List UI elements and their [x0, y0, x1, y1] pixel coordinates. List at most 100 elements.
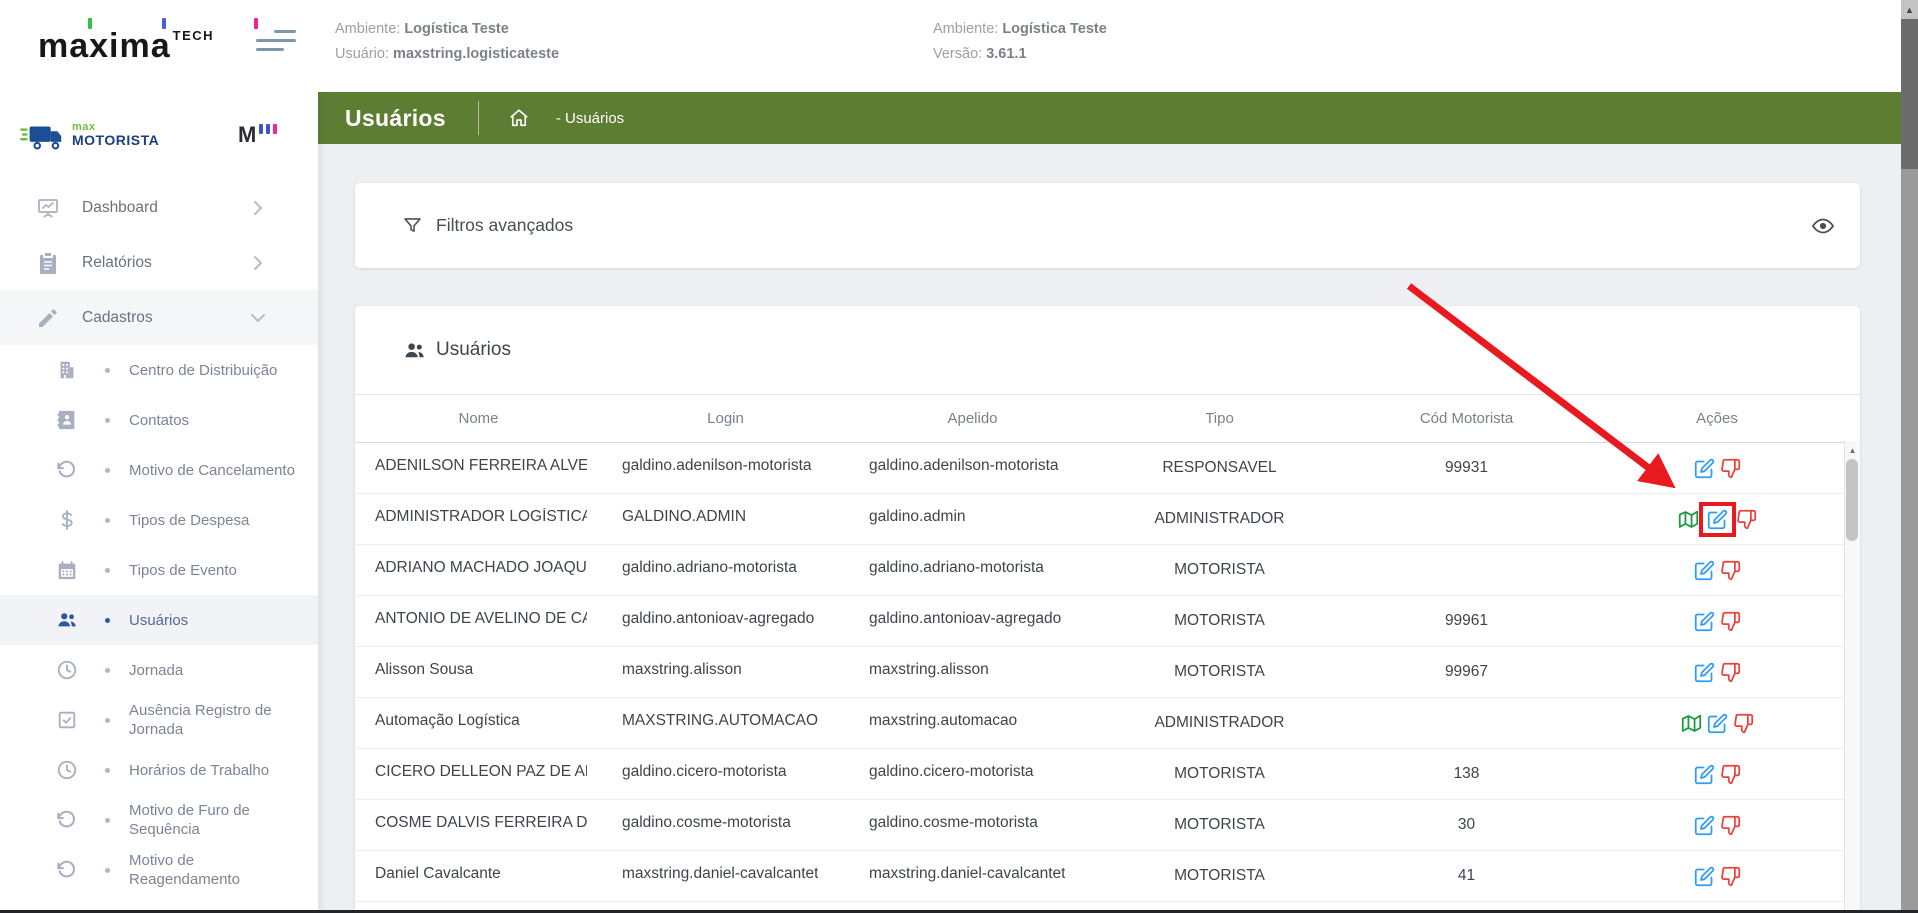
environment-info: Ambiente: Logística Teste Usuário: maxst… [335, 17, 559, 67]
sidebar-item-horarios-de-trabalho[interactable]: Horários de Trabalho [0, 745, 318, 795]
sidebar-item-dashboard[interactable]: Dashboard [0, 180, 318, 235]
table-row: ADMINISTRADOR LOGÍSTICAGALDINO.ADMINgald… [355, 494, 1860, 545]
edit-user-button[interactable] [1707, 713, 1728, 734]
sidebar-item-label: Usuários [129, 611, 301, 630]
table-scroll-up-button[interactable]: ▲ [1845, 443, 1860, 457]
deactivate-user-button[interactable] [1720, 458, 1741, 479]
cell-tipo: ADMINISTRADOR [1096, 510, 1343, 528]
advanced-filters-panel[interactable]: Filtros avançados [355, 183, 1860, 268]
deactivate-user-button[interactable] [1720, 764, 1741, 785]
table-row: ANTONIO DE AVELINO DE CAgaldino.antonioa… [355, 596, 1860, 647]
cell-apelido: galdino.antonioav-agregado [849, 610, 1096, 633]
max-motorista-brand: max MOTORISTA M [0, 116, 318, 168]
bullet-icon [105, 868, 110, 873]
sidebar-item-cadastros[interactable]: Cadastros [0, 290, 318, 345]
page-title: Usuários [345, 105, 446, 132]
sidebar-item-label: Tipos de Despesa [129, 511, 301, 530]
cell-apelido: galdino.admin [849, 508, 1096, 531]
sidebar-item-jornada[interactable]: Jornada [0, 645, 318, 695]
sidebar-item-contatos[interactable]: Contatos [0, 395, 318, 445]
sidebar-item-motivo-de-reagendamento[interactable]: Motivo de Reagendamento [0, 845, 318, 895]
edit-user-button[interactable] [1694, 662, 1715, 683]
page-scrollbar[interactable]: ▲ [1901, 0, 1918, 913]
sidebar-item-label: Cadastros [82, 309, 153, 327]
sidebar-item-ausencia-registro-de-jornada[interactable]: Ausência Registro de Jornada [0, 695, 318, 745]
edit-user-button[interactable] [1694, 458, 1715, 479]
map-button[interactable] [1678, 509, 1699, 530]
sidebar-item-tipos-de-evento[interactable]: Tipos de Evento [0, 545, 318, 595]
sidebar-item-centro-de-distribuicao[interactable]: Centro de Distribuição [0, 345, 318, 395]
checkbox-icon [56, 709, 78, 731]
edit-user-button[interactable] [1694, 815, 1715, 836]
table-row: Daniel Cavalcantemaxstring.daniel-cavalc… [355, 851, 1860, 902]
edit-user-button[interactable] [1694, 866, 1715, 887]
edit-user-button[interactable] [1694, 764, 1715, 785]
edit-user-button[interactable] [1694, 560, 1715, 581]
sidebar-item-usuarios[interactable]: Usuários [0, 595, 318, 645]
sidebar-item-motivo-de-cancelamento[interactable]: Motivo de Cancelamento [0, 445, 318, 495]
bullet-icon [105, 668, 110, 673]
menu-toggle-button[interactable] [256, 30, 296, 56]
chevron-right-icon [246, 196, 270, 220]
eye-icon[interactable] [1811, 214, 1835, 238]
deactivate-user-button[interactable] [1733, 713, 1754, 734]
cell-acoes [1590, 815, 1844, 836]
cell-nome: ADRIANO MACHADO JOAQU [355, 559, 602, 582]
table-header-row: Nome Login Apelido Tipo Cód Motorista Aç… [355, 394, 1860, 443]
deactivate-user-button[interactable] [1720, 560, 1741, 581]
calendar-icon [56, 559, 78, 581]
users-card-header: Usuários [355, 306, 1860, 394]
undo-icon [56, 859, 78, 881]
cell-login: galdino.cicero-motorista [602, 763, 849, 786]
column-header-acoes: Ações [1590, 410, 1844, 427]
column-header-cod-motorista: Cód Motorista [1343, 410, 1590, 427]
undo-icon [56, 459, 78, 481]
brand-text: max MOTORISTA [72, 121, 159, 147]
deactivate-user-button[interactable] [1720, 866, 1741, 887]
bullet-icon [105, 518, 110, 523]
edit-user-button[interactable] [1694, 611, 1715, 632]
logo-accent-pink [254, 18, 258, 29]
page-header-bar: Usuários - Usuários [318, 92, 1901, 144]
cell-apelido: galdino.adenilson-motorista [849, 457, 1096, 480]
cell-login: MAXSTRING.AUTOMACAO [602, 712, 849, 735]
sidebar-item-label: Jornada [129, 661, 301, 680]
bullet-icon [105, 618, 110, 623]
filter-icon [402, 215, 423, 236]
sidebar-item-tipos-de-despesa[interactable]: Tipos de Despesa [0, 495, 318, 545]
table-row: Automação LogísticaMAXSTRING.AUTOMACAOma… [355, 698, 1860, 749]
edit-user-button[interactable] [1707, 509, 1728, 530]
deactivate-user-button[interactable] [1736, 509, 1757, 530]
logo-suffix: TECH [173, 28, 214, 43]
undo-icon [56, 809, 78, 831]
logo-wordmark: maxima [38, 26, 171, 66]
dashboard-icon [36, 196, 60, 220]
bullet-icon [105, 468, 110, 473]
page-scrollbar-thumb[interactable] [1901, 19, 1918, 169]
bullet-icon [105, 768, 110, 773]
cell-apelido: maxstring.daniel-cavalcantet [849, 865, 1096, 888]
scroll-up-button[interactable]: ▲ [1901, 0, 1918, 19]
map-button[interactable] [1681, 713, 1702, 734]
sidebar-item-label: Contatos [129, 411, 301, 430]
sidebar-item-relatorios[interactable]: Relatórios [0, 235, 318, 290]
deactivate-user-button[interactable] [1720, 662, 1741, 683]
chevron-down-icon [246, 306, 270, 330]
table-row: ADRIANO MACHADO JOAQUgaldino.adriano-mot… [355, 545, 1860, 596]
sidebar-item-label: Motivo de Furo de Sequência [129, 801, 301, 839]
table-scrollbar-thumb[interactable] [1846, 459, 1858, 541]
divider [478, 101, 479, 135]
cell-tipo: MOTORISTA [1096, 612, 1343, 630]
deactivate-user-button[interactable] [1720, 611, 1741, 632]
cell-nome: ADENILSON FERREIRA ALVES [355, 457, 602, 480]
sidebar-item-label: Centro de Distribuição [129, 361, 301, 380]
deactivate-user-button[interactable] [1720, 815, 1741, 836]
table-scrollbar[interactable]: ▲ [1844, 441, 1860, 913]
cell-apelido: maxstring.automacao [849, 712, 1096, 735]
sidebar-item-motivo-de-furo-de-sequencia[interactable]: Motivo de Furo de Sequência [0, 795, 318, 845]
clipboard-icon [36, 251, 60, 275]
breadcrumb-home-icon[interactable] [508, 107, 530, 129]
cell-login: galdino.adenilson-motorista [602, 457, 849, 480]
sidebar-item-label: Relatórios [82, 254, 152, 272]
column-header-login: Login [602, 410, 849, 427]
